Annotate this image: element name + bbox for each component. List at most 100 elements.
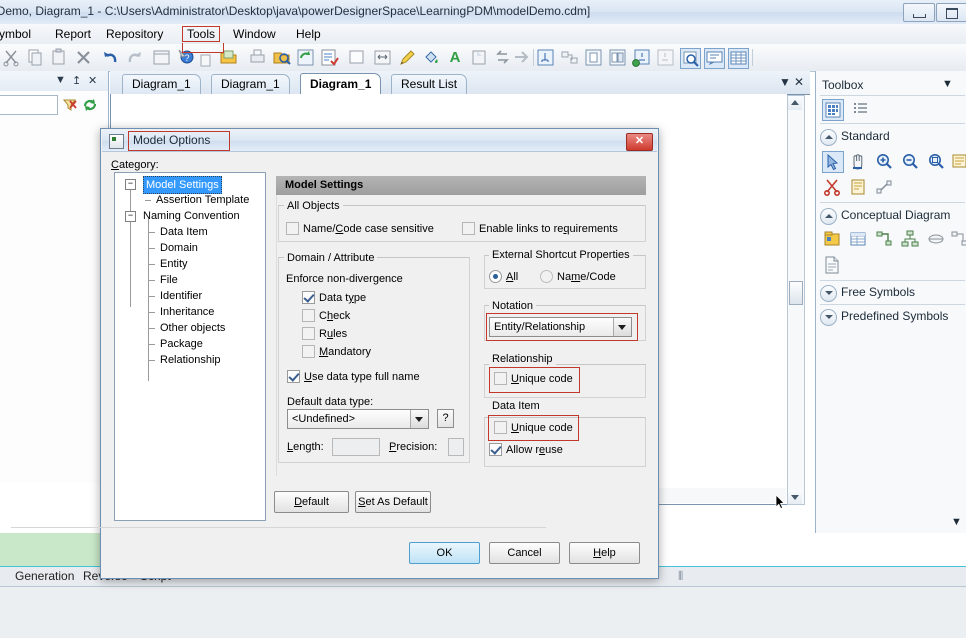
menu-item-tools[interactable]: Tools [182,26,221,42]
new-page-icon[interactable] [347,48,366,67]
refresh-browser-icon[interactable] [82,97,98,113]
generate-doc-icon[interactable] [584,48,603,67]
expand-predefined-symbols-icon[interactable] [820,309,837,326]
copy-icon[interactable] [26,48,45,67]
tab-result-list[interactable]: Result List [391,74,468,94]
chevron-down-icon[interactable] [410,410,428,428]
toolbox-group-conceptual[interactable]: Conceptual Diagram [820,207,966,225]
model-entity-icon[interactable] [536,48,555,67]
toolbox-group-standard[interactable]: Standard [820,128,966,146]
tab-close-icon[interactable]: ✕ [794,75,804,89]
category-tree[interactable]: − Model Settings Assertion Template − Na… [114,172,266,521]
default-button[interactable]: Default [274,491,349,513]
next-icon[interactable] [512,48,531,67]
print-icon[interactable] [248,48,267,67]
cut-icon[interactable] [2,48,21,67]
tab-diagram-1-b[interactable]: Diagram_1 [211,74,290,94]
precision-input[interactable] [448,438,464,456]
toolbox-menu-icon[interactable]: ▼ [942,78,953,90]
scroll-up-button[interactable] [788,96,802,110]
comment-panel-icon[interactable] [704,48,725,69]
compare-models-icon[interactable] [608,48,627,67]
link-tool-icon[interactable] [874,177,894,197]
use-data-type-full-name-checkbox[interactable] [287,370,300,383]
menu-item-symbol[interactable]: ymbol [0,26,36,42]
expander-icon[interactable]: − [125,211,136,222]
association-link-tool-icon[interactable] [950,229,966,249]
panel-close-icon[interactable]: ✕ [88,74,97,87]
menu-item-repository[interactable]: Repository [101,26,168,42]
link-icon[interactable] [493,48,512,67]
rules-checkbox[interactable] [302,327,315,340]
file-tool-icon[interactable] [822,255,842,275]
find-icon[interactable] [272,48,291,67]
data-type-help-button[interactable]: ? [437,409,454,428]
cancel-button[interactable]: Cancel [489,542,560,564]
ok-button[interactable]: OK [409,542,480,564]
note-tool-icon[interactable] [848,177,868,197]
grid-panel-icon[interactable] [728,48,749,69]
maximize-button[interactable] [936,3,966,22]
refresh-icon[interactable] [296,48,315,67]
toolbox-list-view-icon[interactable] [850,99,870,119]
properties-icon[interactable] [152,48,171,67]
cut-tool-icon[interactable] [822,177,842,197]
tab-diagram-1-a[interactable]: Diagram_1 [122,74,201,94]
check-checkbox[interactable] [302,309,315,322]
delete-icon[interactable] [74,48,93,67]
model-link-icon[interactable] [560,48,579,67]
entity-tool-icon[interactable] [848,229,868,249]
relationship-tool-icon[interactable] [874,229,894,249]
fill-color-icon[interactable] [422,48,441,67]
pan-tool-icon[interactable] [848,151,868,171]
shortcut-name-code-radio[interactable] [540,270,553,283]
tab-diagram-1-active[interactable]: Diagram_1 [300,73,382,95]
collapse-conceptual-icon[interactable] [820,208,837,225]
set-as-default-button[interactable]: Set As Default [355,491,431,513]
browser-filter-input[interactable] [0,95,58,115]
panel-menu-icon[interactable]: ▼ [55,74,66,86]
collapse-standard-icon[interactable] [820,129,837,146]
inheritance-tool-icon[interactable] [900,229,920,249]
enable-links-checkbox[interactable] [462,222,475,235]
toolbox-group-free-symbols[interactable]: Free Symbols [820,284,966,302]
properties-tool-icon[interactable] [950,151,966,171]
default-data-type-combobox[interactable]: <Undefined> [287,409,429,429]
toolbox-grid-view-icon[interactable] [822,99,844,121]
shortcut-all-radio[interactable] [489,270,502,283]
bottom-tab-generation[interactable]: Generation [8,567,81,585]
mandatory-checkbox[interactable] [302,345,315,358]
zoom-in-tool-icon[interactable] [874,151,894,171]
allow-reuse-checkbox[interactable] [489,443,502,456]
help-button[interactable]: Help [569,542,640,564]
package-tool-icon[interactable] [822,229,842,249]
expander-icon[interactable]: − [125,179,136,190]
check-model-icon[interactable] [320,48,339,67]
scroll-thumb[interactable] [789,281,803,305]
association-tool-icon[interactable] [926,229,946,249]
pencil-icon[interactable] [398,48,417,67]
redo-icon[interactable] [125,48,144,67]
fit-page-icon[interactable] [373,48,392,67]
generate-model-icon[interactable] [632,48,651,67]
zoom-area-tool-icon[interactable] [926,151,946,171]
toolbox-scroll-down-icon[interactable]: ▼ [951,516,962,528]
note-small-icon[interactable] [199,54,212,67]
zoom-out-tool-icon[interactable] [900,151,920,171]
paste-icon[interactable] [50,48,69,67]
font-color-icon[interactable]: A [446,48,465,67]
pointer-tool-icon[interactable] [822,151,844,173]
model-disabled-icon[interactable] [656,48,675,67]
tablist-menu-icon[interactable]: ▼ [779,75,791,89]
scroll-down-button[interactable] [788,490,802,504]
panel-pin-icon[interactable]: ↥ [72,74,81,87]
undo-icon[interactable] [101,48,120,67]
clear-filter-icon[interactable] [62,97,78,113]
data-type-checkbox[interactable] [302,291,315,304]
expand-free-symbols-icon[interactable] [820,285,837,302]
toolbox-group-predefined-symbols[interactable]: Predefined Symbols [820,308,966,326]
menu-item-help[interactable]: Help [291,26,326,42]
export-icon[interactable] [470,48,489,67]
minimize-button[interactable] [903,3,935,22]
menu-item-report[interactable]: Report [50,26,96,42]
